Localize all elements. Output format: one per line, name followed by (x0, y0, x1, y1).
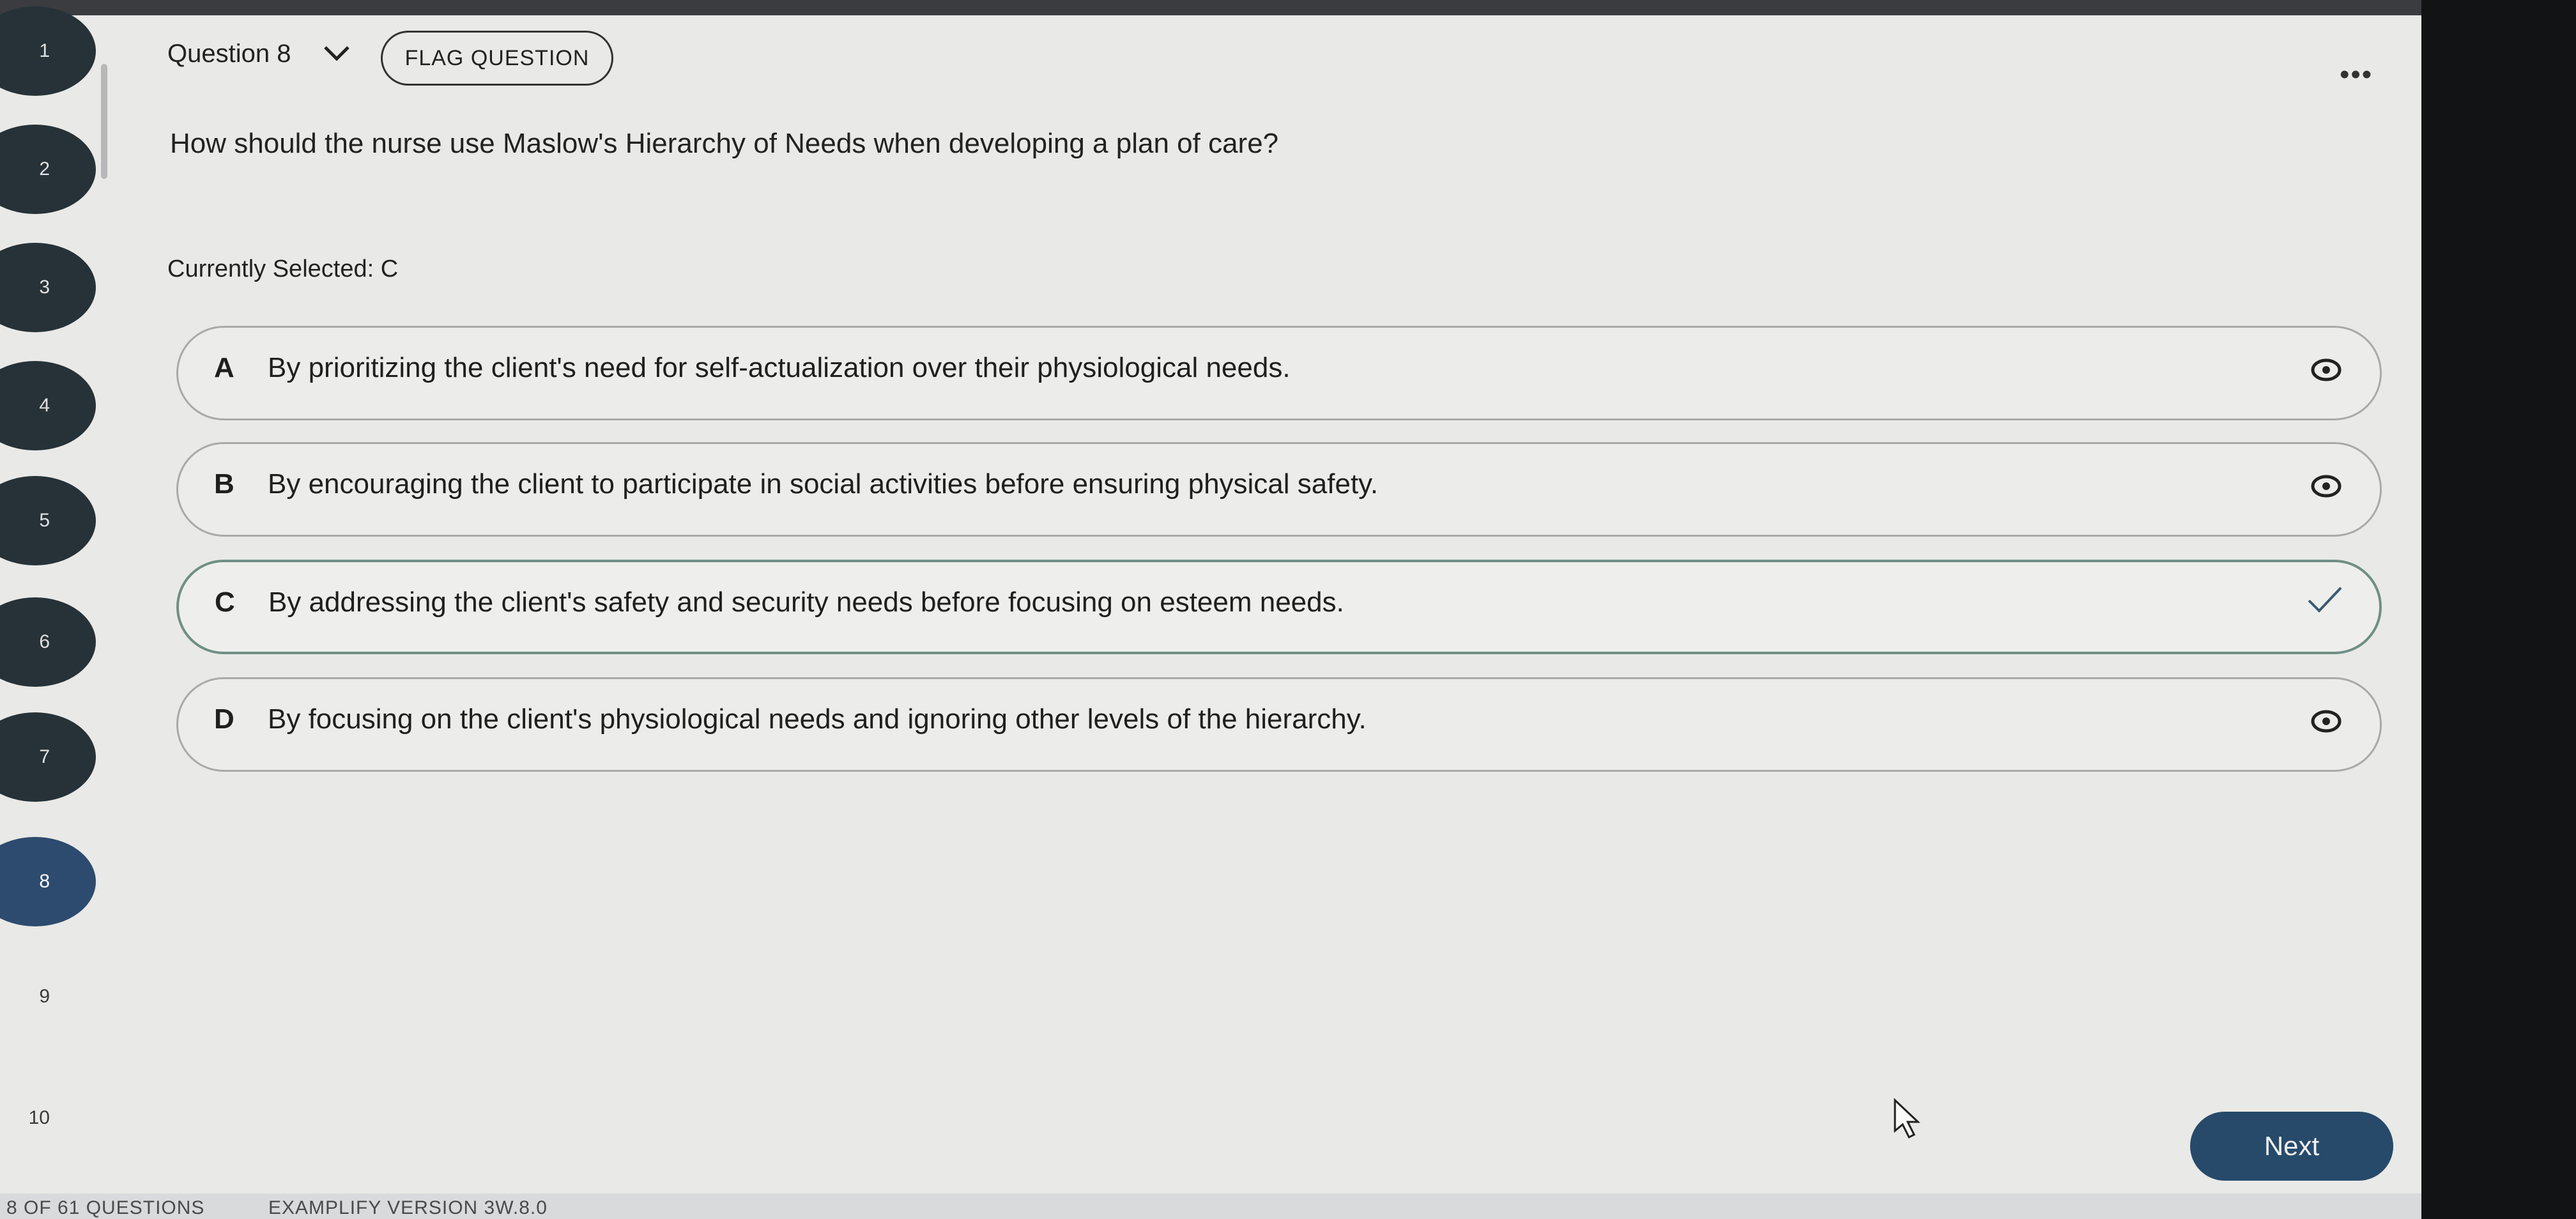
question-number-dropdown[interactable]: Question 8 (167, 40, 291, 68)
eye-icon[interactable] (2311, 357, 2342, 383)
option-text: By encouraging the client to participate… (268, 468, 1379, 500)
option-text: By prioritizing the client's need for se… (268, 352, 1291, 383)
footer-bar: 8 OF 61 QUESTIONS EXAMPLIFY VERSION 3W.8… (0, 1193, 2421, 1219)
screen-edge (2421, 0, 2576, 1219)
scrollbar[interactable] (101, 64, 107, 179)
nav-label: 6 (39, 631, 50, 652)
question-count: 8 OF 61 QUESTIONS (6, 1197, 205, 1218)
eye-icon[interactable] (2311, 709, 2342, 734)
check-icon (2308, 586, 2342, 613)
nav-question-10[interactable]: 10 (0, 1073, 96, 1163)
flag-question-button[interactable]: FLAG QUESTION (381, 31, 613, 86)
nav-label: 3 (39, 277, 50, 298)
more-options-icon[interactable]: ••• (2340, 59, 2373, 91)
answer-option-d[interactable]: D By focusing on the client's physiologi… (176, 677, 2382, 772)
nav-question-7[interactable]: 7 (0, 712, 96, 802)
nav-question-8-current[interactable]: 8 (0, 837, 96, 926)
nav-label: 10 (28, 1107, 50, 1128)
nav-question-5[interactable]: 5 (0, 476, 96, 565)
option-letter: C (215, 586, 235, 618)
nav-question-6[interactable]: 6 (0, 597, 96, 687)
nav-question-9[interactable]: 9 (0, 952, 96, 1041)
nav-label: 5 (39, 510, 50, 531)
chevron-down-icon[interactable] (323, 43, 351, 63)
eye-icon[interactable] (2311, 473, 2342, 499)
nav-label: 1 (39, 40, 50, 61)
answer-option-b[interactable]: B By encouraging the client to participa… (176, 442, 2382, 537)
top-bar (0, 0, 2576, 15)
currently-selected-label: Currently Selected: C (167, 256, 399, 282)
version-text: EXAMPLIFY VERSION 3W.8.0 (268, 1197, 548, 1218)
option-letter: D (214, 703, 234, 735)
next-button[interactable]: Next (2190, 1112, 2393, 1181)
option-letter: A (214, 352, 234, 383)
option-letter: B (214, 468, 234, 500)
nav-question-4[interactable]: 4 (0, 361, 96, 450)
question-navigator: 1 2 3 4 5 6 7 8 9 10 (0, 0, 109, 1193)
nav-label: 8 (39, 871, 50, 892)
answer-option-c-selected[interactable]: C By addressing the client's safety and … (176, 560, 2382, 654)
nav-label: 2 (39, 158, 50, 180)
option-text: By focusing on the client's physiologica… (268, 703, 1367, 735)
nav-question-2[interactable]: 2 (0, 125, 96, 214)
nav-label: 7 (39, 746, 50, 767)
mouse-cursor-icon (1894, 1098, 1920, 1139)
question-text: How should the nurse use Maslow's Hierar… (170, 128, 1279, 159)
answer-option-a[interactable]: A By prioritizing the client's need for … (176, 326, 2382, 420)
nav-question-3[interactable]: 3 (0, 243, 96, 332)
nav-label: 4 (39, 395, 50, 416)
option-text: By addressing the client's safety and se… (268, 586, 1344, 618)
nav-label: 9 (39, 986, 50, 1007)
nav-question-1[interactable]: 1 (0, 6, 96, 96)
